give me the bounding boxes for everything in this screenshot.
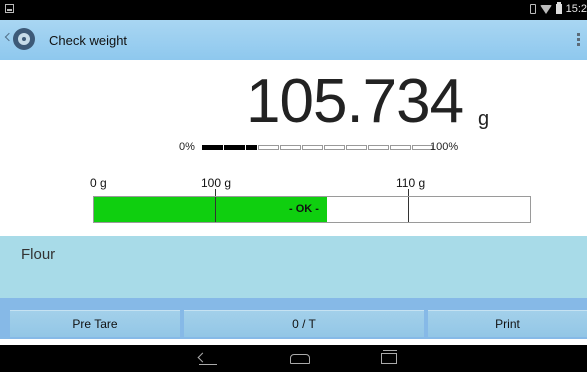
- capacity-min-label: 0%: [179, 141, 195, 153]
- checkweigh-bar: - OK -: [93, 196, 531, 223]
- product-panel[interactable]: Flour: [0, 236, 587, 298]
- weight-unit: g: [478, 108, 490, 130]
- clock: 15:2: [565, 3, 587, 15]
- capacity-segment: [224, 145, 245, 150]
- lower-limit-line: [215, 197, 216, 222]
- print-button[interactable]: Print: [428, 310, 587, 337]
- capacity-segment: [324, 145, 345, 150]
- capacity-max-label: 100%: [430, 141, 459, 153]
- capacity-segment: [202, 145, 223, 150]
- status-icons: 15:2: [529, 2, 587, 15]
- back-icon[interactable]: [199, 351, 217, 365]
- capacity-segment: [346, 145, 367, 150]
- checkweigh-status: - OK -: [289, 203, 319, 215]
- capacity-segment: [390, 145, 411, 150]
- home-icon[interactable]: [290, 354, 310, 364]
- tick-label-upper-limit: 110 g: [396, 176, 426, 190]
- weight-value: 105.734: [246, 67, 464, 136]
- upper-limit-line: [408, 197, 409, 222]
- notification-icon: [5, 4, 14, 13]
- status-bar: 15:2: [0, 0, 587, 20]
- zero-tare-button[interactable]: 0 / T: [184, 310, 424, 337]
- product-name: Flour: [21, 246, 56, 263]
- action-bar: Check weight: [0, 20, 587, 60]
- pretare-button[interactable]: Pre Tare: [10, 310, 180, 337]
- page-title: Check weight: [49, 33, 128, 48]
- button-row: Pre Tare 0 / T Print: [0, 307, 587, 339]
- tick-label-zero: 0 g: [90, 176, 107, 190]
- capacity-segment: [302, 145, 323, 150]
- battery-icon: [555, 2, 562, 14]
- vibrate-icon: [529, 4, 536, 14]
- navigation-bar: [0, 345, 587, 372]
- capacity-segment: [280, 145, 301, 150]
- wifi-icon: [539, 4, 552, 14]
- panel-divider: [0, 298, 587, 307]
- up-navigation-icon[interactable]: [4, 32, 14, 42]
- capacity-segment: [246, 145, 257, 150]
- recent-apps-icon[interactable]: [381, 350, 397, 364]
- tick-label-lower-limit: 100 g: [201, 176, 232, 190]
- capacity-bar: [202, 145, 433, 150]
- capacity-segment: [258, 145, 279, 150]
- capacity-segment: [368, 145, 389, 150]
- overflow-menu-icon[interactable]: [577, 33, 580, 46]
- app-logo-icon[interactable]: [13, 28, 35, 50]
